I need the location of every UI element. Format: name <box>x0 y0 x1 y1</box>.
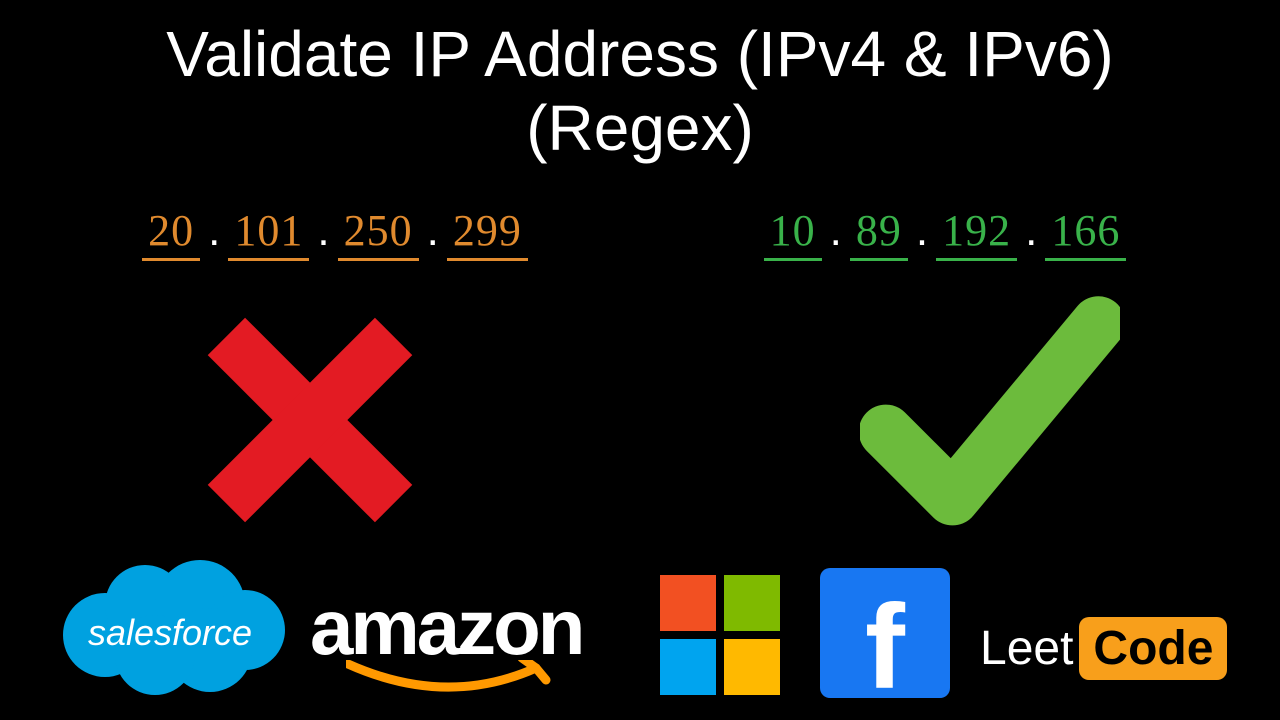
amazon-smile-icon <box>346 660 556 700</box>
invalid-octet-2: 101 <box>228 205 309 261</box>
title-line-2: (Regex) <box>526 92 754 164</box>
page-title: Validate IP Address (IPv4 & IPv6) (Regex… <box>0 18 1280 165</box>
leetcode-code-label: Code <box>1079 617 1227 680</box>
leetcode-logo: Leet Code <box>980 608 1227 688</box>
microsoft-square-yellow <box>724 639 780 695</box>
dot-separator: . <box>315 206 331 256</box>
dot-separator: . <box>425 206 441 256</box>
dot-separator: . <box>914 206 930 256</box>
facebook-letter: f <box>865 596 905 698</box>
cross-icon <box>200 310 420 530</box>
valid-ip-example: 10 . 89 . 192 . 166 <box>650 205 1240 265</box>
microsoft-logo <box>660 575 780 695</box>
valid-octet-3: 192 <box>936 205 1017 261</box>
salesforce-logo: salesforce <box>50 550 290 700</box>
microsoft-square-green <box>724 575 780 631</box>
dot-separator: . <box>828 206 844 256</box>
microsoft-square-blue <box>660 639 716 695</box>
dot-separator: . <box>1023 206 1039 256</box>
facebook-logo: f <box>820 568 950 698</box>
invalid-octet-4: 299 <box>447 205 528 261</box>
dot-separator: . <box>206 206 222 256</box>
valid-octet-4: 166 <box>1045 205 1126 261</box>
invalid-ip-example: 20 . 101 . 250 . 299 <box>40 205 630 265</box>
invalid-octet-3: 250 <box>338 205 419 261</box>
leetcode-leet-label: Leet <box>980 621 1079 676</box>
salesforce-label: salesforce <box>50 612 290 654</box>
invalid-octet-1: 20 <box>142 205 200 261</box>
check-icon <box>860 290 1120 540</box>
amazon-logo: amazon <box>310 582 630 692</box>
title-line-1: Validate IP Address (IPv4 & IPv6) <box>166 18 1113 90</box>
amazon-label: amazon <box>310 583 582 671</box>
microsoft-square-red <box>660 575 716 631</box>
company-logos-row: salesforce amazon f Leet Code <box>0 570 1280 710</box>
valid-octet-2: 89 <box>850 205 908 261</box>
valid-octet-1: 10 <box>764 205 822 261</box>
